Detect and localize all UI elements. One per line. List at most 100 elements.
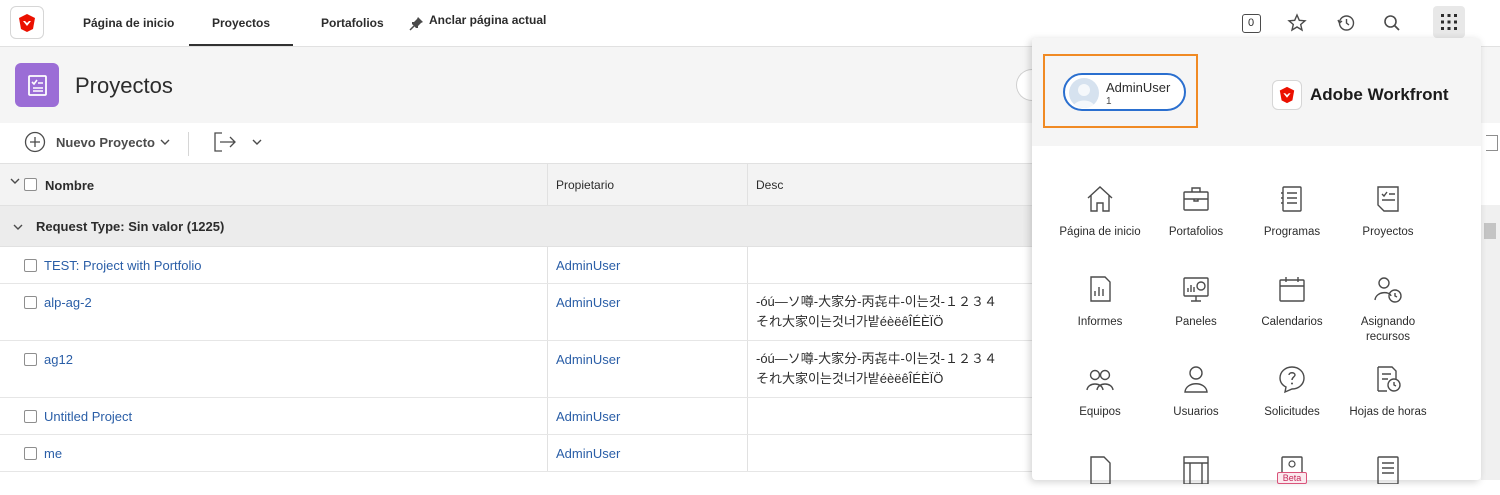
person-avatar-icon <box>1073 84 1095 108</box>
tab-projects[interactable]: Proyectos <box>189 0 293 46</box>
app-documents[interactable] <box>1055 454 1145 495</box>
table-row[interactable]: TEST: Project with Portfolio AdminUser <box>0 247 1032 284</box>
column-divider <box>747 435 748 471</box>
brand: Adobe Workfront <box>1272 80 1449 110</box>
owner-link[interactable]: AdminUser <box>556 258 620 273</box>
program-icon <box>1281 186 1302 212</box>
column-divider <box>547 247 548 283</box>
history-icon <box>1337 15 1355 31</box>
row-checkbox[interactable] <box>24 296 37 309</box>
column-divider <box>747 398 748 434</box>
workfront-logo-button[interactable] <box>10 6 44 39</box>
app-dashboards[interactable]: Paneles <box>1151 274 1241 330</box>
pin-page-label: Anclar página actual <box>429 13 547 27</box>
panel-header: AdminUser 1 Adobe Workfront <box>1032 38 1481 146</box>
app-checklist[interactable] <box>1343 454 1433 495</box>
app-timesheets[interactable]: Hojas de horas <box>1343 364 1433 420</box>
table-row[interactable]: Untitled Project AdminUser <box>0 398 1032 435</box>
row-checkbox[interactable] <box>24 410 37 423</box>
column-header-owner[interactable]: Propietario <box>556 164 614 207</box>
app-teams[interactable]: Equipos <box>1055 364 1145 420</box>
main-menu-button[interactable] <box>1433 6 1465 38</box>
new-project-button[interactable]: Nuevo Proyecto <box>24 131 171 153</box>
search-button[interactable] <box>1377 9 1407 37</box>
column-divider <box>547 341 548 397</box>
app-portfolios[interactable]: Portafolios <box>1151 184 1241 240</box>
app-users[interactable]: Usuarios <box>1151 364 1241 420</box>
table-row[interactable]: ag12 AdminUser -óú—ソ噂-大家分-丙㐂㐄-이는것-１２３４ そ… <box>0 341 1032 398</box>
toolbar-divider <box>188 132 189 156</box>
app-label: Programas <box>1263 226 1321 238</box>
app-resourcing[interactable]: Asignando recursos <box>1343 274 1433 345</box>
export-icon <box>214 132 236 152</box>
group-row[interactable]: Request Type: Sin valor (1225) <box>0 206 1032 247</box>
table-row[interactable]: alp-ag-2 AdminUser -óú—ソ噂-大家分-丙㐂㐄-이는것-１２… <box>0 284 1032 341</box>
timesheet-icon <box>1377 366 1401 392</box>
app-home[interactable]: Página de inicio <box>1055 184 1145 240</box>
app-reports[interactable]: Informes <box>1055 274 1145 330</box>
owner-link[interactable]: AdminUser <box>556 409 620 424</box>
app-label: Equipos <box>1079 406 1121 418</box>
project-name-link[interactable]: Untitled Project <box>44 409 132 424</box>
tab-portfolios[interactable]: Portafolios <box>321 0 384 46</box>
avatar <box>1069 78 1099 108</box>
owner-link[interactable]: AdminUser <box>556 352 620 367</box>
project-name-link[interactable]: alp-ag-2 <box>44 295 92 310</box>
table-row[interactable]: me AdminUser <box>0 435 1032 472</box>
project-name-link[interactable]: ag12 <box>44 352 73 367</box>
app-programs[interactable]: Programas <box>1247 184 1337 240</box>
select-all-checkbox[interactable] <box>24 178 37 191</box>
dashboard-icon <box>1183 277 1209 302</box>
settings-edge[interactable] <box>1486 135 1498 151</box>
workfront-logo-icon <box>19 13 35 32</box>
project-list-icon <box>15 63 59 107</box>
scrollbar-thumb[interactable] <box>1484 223 1496 239</box>
app-label: Hojas de horas <box>1349 406 1427 418</box>
briefcase-icon <box>1183 187 1209 211</box>
column-header-name[interactable]: Nombre <box>45 164 94 207</box>
owner-link[interactable]: AdminUser <box>556 446 620 461</box>
user-icon <box>1184 366 1208 393</box>
user-subtitle: 1 <box>1106 96 1112 107</box>
column-header-desc[interactable]: Desc <box>756 164 783 207</box>
app-label: Informes <box>1077 316 1123 328</box>
counter-button[interactable]: 0 <box>1236 9 1266 37</box>
app-calendars[interactable]: Calendarios <box>1247 274 1337 330</box>
project-name-link[interactable]: me <box>44 446 62 461</box>
recents-button[interactable] <box>1331 9 1361 37</box>
column-divider <box>747 247 748 283</box>
description-line-2: それ大家이는것너가밭éèëêÎÉÈÏÖ <box>756 314 944 329</box>
app-projects[interactable]: Proyectos <box>1343 184 1433 240</box>
group-label: Request Type: Sin valor (1225) <box>36 219 225 234</box>
beta-badge: Beta <box>1277 472 1307 484</box>
export-button[interactable] <box>213 131 263 153</box>
favorites-button[interactable] <box>1282 9 1312 37</box>
grid-icon <box>1441 14 1457 30</box>
project-name-link[interactable]: TEST: Project with Portfolio <box>44 258 202 273</box>
app-requests[interactable]: Solicitudes <box>1247 364 1337 420</box>
row-checkbox[interactable] <box>24 447 37 460</box>
app-layout[interactable] <box>1151 454 1241 495</box>
description-line-1: -óú—ソ噂-大家分-丙㐂㐄-이는것-１２３４ <box>756 351 997 366</box>
workfront-logo-icon <box>1272 80 1302 110</box>
team-icon <box>1086 369 1114 391</box>
chevron-down-icon[interactable] <box>9 175 21 187</box>
chevron-down-icon[interactable] <box>12 221 24 233</box>
column-divider <box>547 164 548 205</box>
app-beta-feature[interactable]: Beta <box>1247 454 1337 495</box>
app-label: Calendarios <box>1261 316 1323 328</box>
column-divider <box>747 164 748 205</box>
app-label: Usuarios <box>1173 406 1219 418</box>
tab-home[interactable]: Página de inicio <box>83 0 174 46</box>
pin-page-button[interactable]: Anclar página actual <box>409 0 546 46</box>
page-scrollbar[interactable] <box>1481 205 1500 480</box>
row-checkbox[interactable] <box>24 259 37 272</box>
app-label: Página de inicio <box>1059 226 1141 238</box>
project-icon <box>1377 186 1399 212</box>
table-header: Nombre Propietario Desc <box>0 163 1032 206</box>
user-profile-button[interactable]: AdminUser 1 <box>1063 73 1186 111</box>
view-switcher-edge[interactable] <box>1016 69 1032 101</box>
row-checkbox[interactable] <box>24 353 37 366</box>
owner-link[interactable]: AdminUser <box>556 295 620 310</box>
column-divider <box>547 398 548 434</box>
